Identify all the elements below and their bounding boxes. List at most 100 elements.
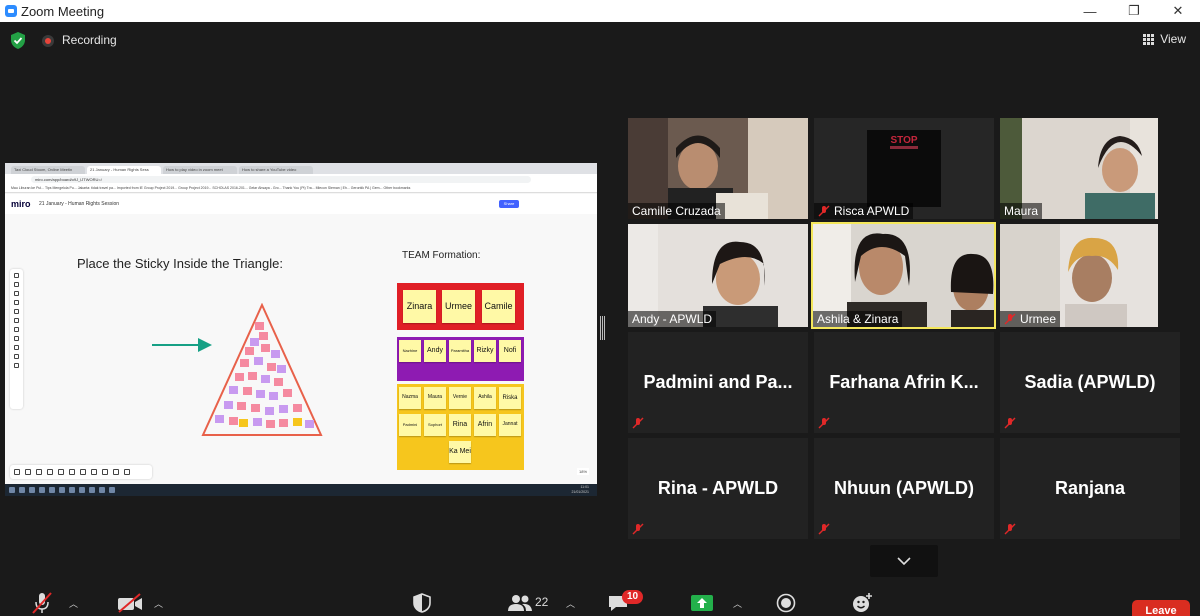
participant-video-tile[interactable]: Camille Cruzada	[628, 118, 808, 219]
board-tool-icon	[80, 469, 86, 475]
shared-screen[interactable]: Taxi Cloud Stoom, Online Meetin 21 Janua…	[5, 163, 597, 496]
participant-name: Ashila & Zinara	[817, 312, 899, 326]
taskbar-app-icon	[59, 487, 65, 493]
participant-name: Risca APWLD	[834, 204, 910, 218]
board-tool-icon	[113, 469, 119, 475]
board-tool-icon	[58, 469, 64, 475]
participant-video-tile[interactable]: STOP Risca APWLD	[814, 118, 994, 219]
view-label: View	[1160, 32, 1186, 46]
windows-taskbar: 11:01 21/01/2021	[5, 484, 597, 496]
share-screen-icon	[691, 595, 713, 611]
recording-icon[interactable]	[42, 35, 54, 47]
participant-name: Farhana Afrin K...	[829, 372, 979, 392]
miro-logo: miro	[11, 199, 31, 209]
record-button[interactable]	[775, 590, 797, 616]
sticky-note: Ashila	[474, 387, 496, 409]
participant-name-tile[interactable]: Sadia (APWLD)	[1000, 332, 1180, 433]
sticky-note: Andy	[424, 340, 446, 362]
share-screen-button[interactable]	[689, 590, 715, 616]
participants-button[interactable]	[507, 590, 533, 616]
sticky-note: Sophort	[424, 414, 446, 436]
miro-bottom-toolbar	[10, 465, 152, 479]
audio-options-caret-icon[interactable]: ︿	[69, 597, 78, 610]
reactions-button[interactable]	[850, 590, 874, 616]
microphone-muted-icon	[632, 417, 644, 429]
taskbar-app-icon	[39, 487, 45, 493]
participants-options-caret-icon[interactable]: ︿	[566, 597, 575, 610]
participant-name-bar: Risca APWLD	[814, 203, 914, 219]
sticky-note: Padmini	[399, 414, 421, 436]
participant-name-bar: Urmee	[1000, 311, 1061, 327]
participants-icon	[508, 595, 532, 611]
sticky-note: Zinara	[403, 290, 436, 323]
maximize-button[interactable]: ❐	[1112, 0, 1156, 22]
next-page-button[interactable]	[870, 545, 938, 577]
taskbar-clock: 11:01 21/01/2021	[571, 485, 589, 495]
taskbar-time: 11:01	[580, 485, 590, 489]
start-icon	[9, 487, 15, 493]
cursor-tool-icon	[14, 273, 19, 278]
close-button[interactable]: ✕	[1156, 0, 1200, 22]
microphone-muted-icon	[632, 523, 644, 535]
text-tool-icon	[14, 282, 19, 287]
browser-url: miro.com/app/board/o9J_lJTWORU=/	[31, 175, 531, 183]
share-options-caret-icon[interactable]: ︿	[733, 597, 742, 610]
board-tool-icon	[36, 469, 42, 475]
recording-label[interactable]: Recording	[62, 33, 117, 47]
zoom-window: Zoom Meeting — ❐ ✕ Recording View Taxi C…	[0, 0, 1200, 616]
miro-share-button: Share	[499, 200, 519, 208]
security-button[interactable]	[411, 590, 433, 616]
start-video-button[interactable]	[116, 590, 144, 616]
participant-video-tile[interactable]: Urmee	[1000, 224, 1158, 327]
participant-name: Urmee	[1020, 312, 1057, 326]
participant-name-tile[interactable]: Ranjana	[1000, 438, 1180, 539]
miro-board-title: 21 January - Human Rights Session	[39, 201, 120, 207]
board-tool-icon	[91, 469, 97, 475]
microphone-muted-icon	[1004, 417, 1016, 429]
sticky-note: Camile	[482, 290, 515, 323]
microphone-muted-icon	[32, 592, 52, 614]
participant-name-tile[interactable]: Farhana Afrin K...	[814, 332, 994, 433]
participant-name-tile[interactable]: Rina - APWLD	[628, 438, 808, 539]
shield-icon[interactable]	[10, 32, 26, 49]
taskbar-app-icon	[49, 487, 55, 493]
microphone-muted-icon	[1004, 313, 1016, 325]
pyramid-title: Place the Sticky Inside the Triangle:	[77, 256, 283, 271]
board-tool-icon	[102, 469, 108, 475]
microphone-muted-icon	[818, 523, 830, 535]
sticky-note: Riska	[499, 387, 521, 409]
participant-name: Camille Cruzada	[632, 204, 721, 218]
sticky-pyramid	[201, 303, 323, 436]
sticky-note: Nazma	[399, 387, 421, 409]
participant-name: Ranjana	[1054, 478, 1126, 498]
svg-text:STOP: STOP	[890, 135, 917, 146]
browser-tab: How to share a YouTube video	[239, 166, 313, 174]
minimize-button[interactable]: —	[1068, 0, 1112, 22]
reactions-icon	[853, 593, 872, 612]
taskbar-app-icon	[109, 487, 115, 493]
participant-name-tile[interactable]: Padmini and Pa...	[628, 332, 808, 433]
view-button[interactable]: View	[1143, 30, 1186, 48]
sticky-tool-icon	[14, 300, 19, 305]
panel-resize-handle[interactable]	[600, 316, 605, 340]
board-tool-icon	[47, 469, 53, 475]
participant-name: Rina - APWLD	[657, 478, 779, 498]
line-tool-icon	[14, 318, 19, 323]
participant-name-tile[interactable]: Nhuun (APWLD)	[814, 438, 994, 539]
zoom-logo-icon	[5, 5, 17, 17]
leave-button[interactable]: Leave	[1132, 600, 1190, 616]
participant-video-tile-active-speaker[interactable]: Ashila & Zinara	[811, 222, 996, 329]
title-bar: Zoom Meeting — ❐ ✕	[0, 0, 1200, 22]
sticky-note: Urmee	[442, 290, 475, 323]
participant-video-tile[interactable]: Andy - APWLD	[628, 224, 808, 327]
mute-button[interactable]	[30, 590, 54, 616]
grid-view-icon	[1143, 33, 1155, 45]
video-off-icon	[118, 593, 142, 613]
security-shield-icon	[413, 593, 431, 613]
team-formation-title: TEAM Formation:	[402, 250, 481, 261]
video-options-caret-icon[interactable]: ︿	[154, 597, 163, 610]
participant-video-tile[interactable]: Maura	[1000, 118, 1158, 219]
taskbar-app-icon	[19, 487, 25, 493]
miro-side-toolbar	[10, 269, 23, 409]
taskbar-app-icon	[29, 487, 35, 493]
